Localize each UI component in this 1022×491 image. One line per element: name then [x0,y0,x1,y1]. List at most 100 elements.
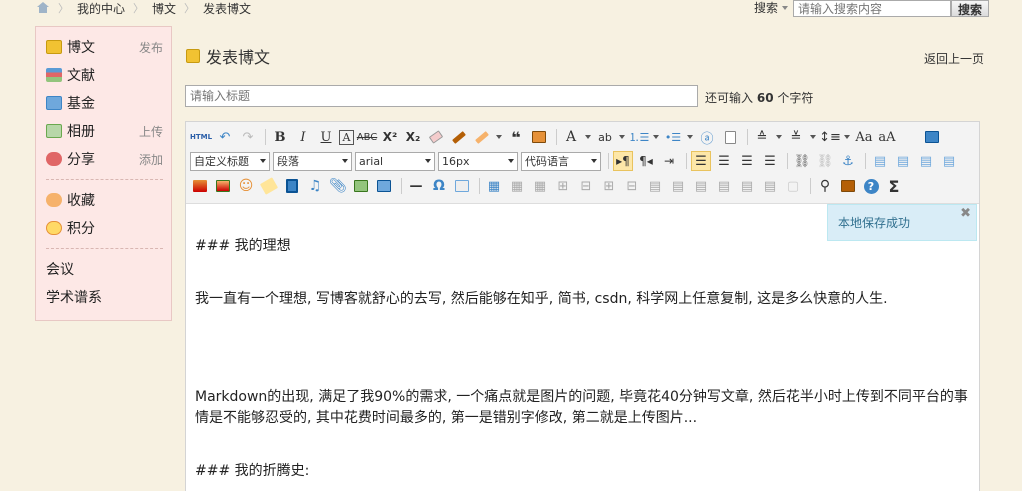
horizontal-rule-icon[interactable]: — [406,176,426,196]
image-none-icon[interactable]: ▤ [870,151,890,171]
sidebar-item-points[interactable]: 积分 [46,217,163,239]
italic-icon[interactable]: I [293,127,313,147]
anchor-icon[interactable]: ⚓ [838,151,858,171]
chart-icon[interactable]: ▢ [783,176,803,196]
merge-right-icon[interactable]: ▤ [668,176,688,196]
align-left-icon[interactable]: ☰ [691,151,711,171]
split-rows-icon[interactable]: ▤ [737,176,757,196]
sidebar-item-action-add[interactable]: 添加 [139,151,163,168]
row-spacing-bottom-icon[interactable]: ≚ [786,127,806,147]
blockquote-icon[interactable]: ❝ [506,127,526,147]
align-center-icon[interactable]: ☰ [714,151,734,171]
align-justify-icon[interactable]: ☰ [760,151,780,171]
sidebar-item-fund[interactable]: 基金 [46,92,163,114]
sidebar-item-genealogy[interactable]: 学术谱系 [46,286,163,308]
table-icon[interactable]: ▦ [484,176,504,196]
superscript-icon[interactable]: X² [380,127,400,147]
clipboard-icon[interactable] [838,176,858,196]
scrawl-icon[interactable] [259,176,279,196]
delete-col-icon[interactable]: ⊟ [622,176,642,196]
sidebar-item-action-publish[interactable]: 发布 [139,39,163,56]
search-input[interactable] [793,0,952,17]
redo-icon[interactable]: ↷ [238,127,258,147]
template-icon[interactable] [452,176,472,196]
align-right-icon[interactable]: ☰ [737,151,757,171]
image-icon[interactable] [190,176,210,196]
sidebar-item-action-upload[interactable]: 上传 [139,123,163,140]
font-color-icon[interactable]: A [561,127,581,147]
lowercase-icon[interactable]: aA [877,127,897,147]
chevron-down-icon[interactable] [810,135,816,139]
unlink-icon[interactable]: ⛓ [815,151,835,171]
sidebar-item-blog[interactable]: 博文 发布 [46,36,163,58]
sidebar-item-album[interactable]: 相册 上传 [46,120,163,142]
rtl-direction-icon[interactable]: ¶◂ [636,151,656,171]
font-border-icon[interactable]: A [339,129,354,145]
bold-icon[interactable]: B [270,127,290,147]
merge-down-icon[interactable]: ▤ [691,176,711,196]
search-replace-icon[interactable]: ⚲ [815,176,835,196]
music-icon[interactable]: ♫ [305,176,325,196]
merge-cells-icon[interactable]: ▤ [645,176,665,196]
ltr-direction-icon[interactable]: ▸¶ [613,151,633,171]
search-button[interactable]: 搜索 [951,0,990,17]
font-size-select[interactable]: 16px [438,151,518,171]
line-height-icon[interactable]: ↕≡ [819,127,841,147]
row-spacing-top-icon[interactable]: ≙ [752,127,772,147]
paragraph-select[interactable]: 段落 [273,151,352,171]
font-family-select[interactable]: arial [355,151,435,171]
attachment-icon[interactable]: 📎︎ [328,176,348,196]
image-left-icon[interactable]: ▤ [893,151,913,171]
undo-icon[interactable]: ↶ [215,127,235,147]
chevron-down-icon[interactable] [776,135,782,139]
new-document-icon[interactable] [720,127,740,147]
magic-format-icon[interactable] [472,127,492,147]
image-center-icon[interactable]: ▤ [939,151,959,171]
emoticon-icon[interactable]: ☺ [236,176,256,196]
breadcrumb-blog[interactable]: 博文 [152,0,176,17]
sidebar-item-literature[interactable]: 文献 [46,64,163,86]
custom-title-select[interactable]: 自定义标题 [190,151,270,171]
chevron-down-icon[interactable] [844,135,850,139]
multi-image-icon[interactable] [213,176,233,196]
close-icon[interactable]: ✖ [960,206,971,221]
chevron-down-icon[interactable] [496,135,502,139]
eraser-icon[interactable] [426,127,446,147]
paste-icon[interactable] [529,127,549,147]
map-icon[interactable] [351,176,371,196]
strikethrough-icon[interactable]: ABC [357,127,378,147]
html-source-button[interactable]: HTML [190,127,212,147]
subscript-icon[interactable]: X₂ [403,127,423,147]
link-icon[interactable]: ⛓ [792,151,812,171]
delete-row-icon[interactable]: ⊟ [576,176,596,196]
sidebar-item-conference[interactable]: 会议 [46,258,163,280]
breadcrumb-my-center[interactable]: 我的中心 [77,0,125,17]
uppercase-icon[interactable]: Aa [854,127,874,147]
back-link[interactable]: 返回上一页 [924,50,984,67]
fullscreen-icon[interactable] [922,127,942,147]
sidebar-item-favorites[interactable]: 收藏 [46,189,163,211]
image-right-icon[interactable]: ▤ [916,151,936,171]
split-cols-icon[interactable]: ▤ [760,176,780,196]
select-all-icon[interactable]: ⓐ [697,127,717,147]
split-cells-icon[interactable]: ▤ [714,176,734,196]
chevron-down-icon[interactable] [619,135,625,139]
bg-color-icon[interactable]: ab [595,127,615,147]
format-brush-icon[interactable] [449,127,469,147]
delete-table-icon[interactable]: ▦ [507,176,527,196]
code-language-select[interactable]: 代码语言 [521,151,601,171]
title-input[interactable] [185,85,698,107]
chevron-down-icon[interactable] [653,135,659,139]
video-icon[interactable] [282,176,302,196]
ordered-list-icon[interactable]: ⒈☰ [629,127,650,147]
editor-content[interactable]: ### 我的理想 我一直有一个理想, 写博客就舒心的去写, 然后能够在知乎, 简… [186,205,979,491]
sigma-icon[interactable]: Σ [884,176,904,196]
special-chars-icon[interactable]: Ω [429,176,449,196]
insert-paragraph-icon[interactable]: ▦ [530,176,550,196]
gmap-icon[interactable] [374,176,394,196]
insert-row-icon[interactable]: ⊞ [553,176,573,196]
underline-icon[interactable]: U [316,127,336,147]
home-icon[interactable] [36,2,50,14]
chevron-down-icon[interactable] [585,135,591,139]
insert-col-icon[interactable]: ⊞ [599,176,619,196]
